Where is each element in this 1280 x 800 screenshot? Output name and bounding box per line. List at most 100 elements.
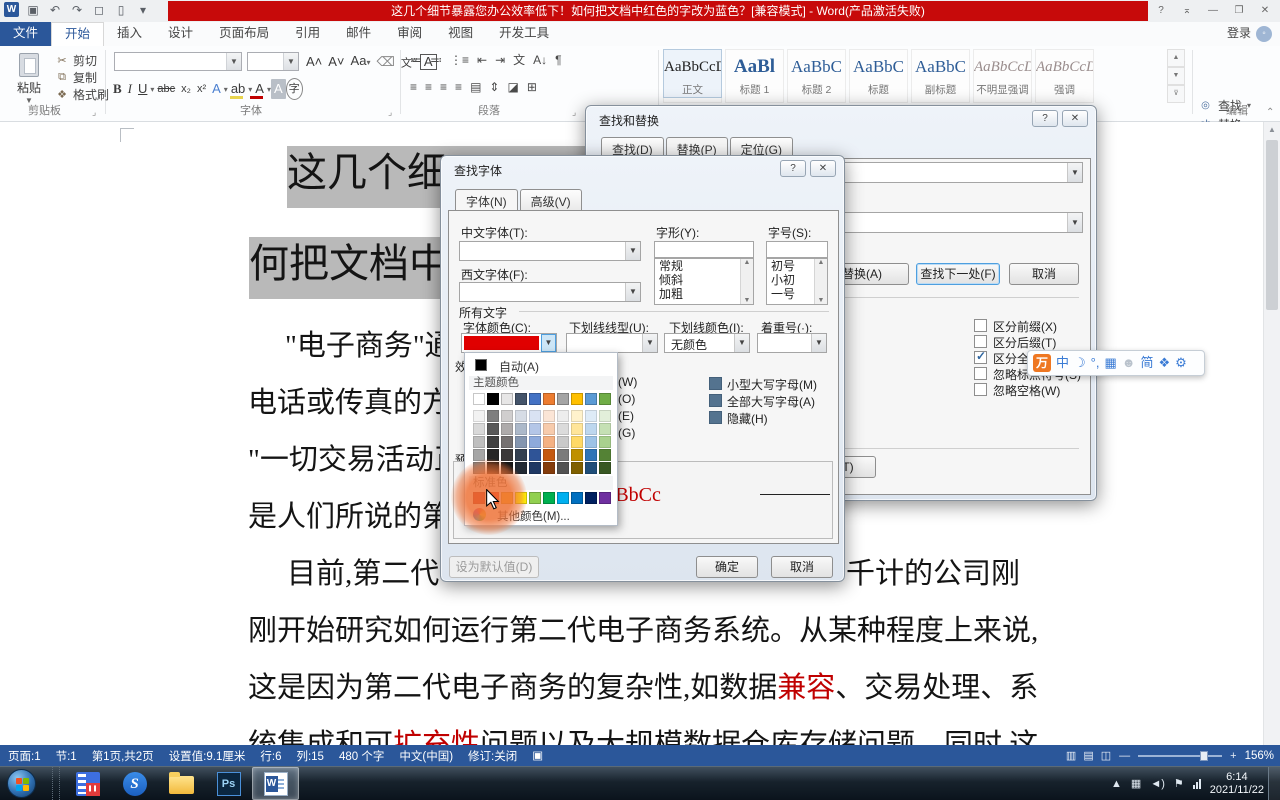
- tab-审阅[interactable]: 审阅: [384, 22, 435, 46]
- shading-button[interactable]: ◪: [503, 78, 522, 97]
- font-style-list[interactable]: 常规倾斜加粗▲▼: [654, 258, 754, 305]
- chevron-down-icon[interactable]: ▼: [226, 53, 241, 70]
- theme-color-swatch[interactable]: [529, 393, 541, 405]
- decrease-indent-button[interactable]: ⇤: [473, 51, 491, 70]
- chevron-down-icon[interactable]: ▼: [811, 334, 826, 352]
- find-next-button[interactable]: 查找下一处(F): [916, 263, 1000, 285]
- tab-邮件[interactable]: 邮件: [333, 22, 384, 46]
- chevron-down-icon[interactable]: ▼: [734, 334, 749, 352]
- skin-icon[interactable]: ❖: [1158, 354, 1170, 372]
- file-explorer-app[interactable]: [158, 767, 205, 800]
- font-style-option[interactable]: 加粗: [655, 287, 753, 301]
- chevron-down-icon[interactable]: ▼: [283, 53, 298, 70]
- shrink-font-button[interactable]: A˅: [325, 52, 347, 72]
- align-center-button[interactable]: ≡: [421, 78, 436, 97]
- ok-button[interactable]: 确定: [696, 556, 758, 578]
- styles-scroll-down[interactable]: ▼: [1167, 67, 1185, 85]
- restore-button[interactable]: ❐: [1230, 3, 1248, 19]
- tab-页面布局[interactable]: 页面布局: [206, 22, 282, 46]
- print-preview-icon[interactable]: ◻: [91, 3, 107, 17]
- web-layout-icon[interactable]: ◫: [1101, 749, 1111, 762]
- tab-引用[interactable]: 引用: [282, 22, 333, 46]
- photoshop-app[interactable]: Ps: [205, 767, 252, 800]
- help-button[interactable]: ?: [1152, 3, 1170, 19]
- status-item[interactable]: 列:15: [296, 748, 324, 764]
- theme-variant-swatch[interactable]: [543, 462, 555, 474]
- start-button[interactable]: [7, 769, 36, 798]
- standard-color-swatch[interactable]: [529, 492, 541, 504]
- zoom-in-button[interactable]: +: [1230, 750, 1236, 762]
- font-size-list[interactable]: 初号小初一号▲▼: [766, 258, 828, 305]
- checkbox-区分全/半角[interactable]: ✓: [974, 351, 987, 364]
- fullwidth-moon-icon[interactable]: ☽: [1074, 354, 1086, 372]
- close-button[interactable]: ✕: [810, 160, 836, 177]
- theme-color-swatch[interactable]: [571, 393, 583, 405]
- theme-variant-swatch[interactable]: [473, 423, 485, 435]
- zoom-level[interactable]: 156%: [1245, 750, 1274, 762]
- settings-gear-icon[interactable]: ⚙: [1175, 354, 1187, 372]
- style-强调[interactable]: AaBbCcD强调: [1035, 49, 1094, 103]
- asian-layout-button[interactable]: 文: [509, 51, 529, 70]
- theme-variant-swatch[interactable]: [515, 423, 527, 435]
- theme-variant-swatch[interactable]: [543, 449, 555, 461]
- highlight-color-button[interactable]: ab: [228, 79, 248, 99]
- theme-variant-swatch[interactable]: [599, 423, 611, 435]
- status-item[interactable]: 页面:1: [8, 748, 41, 764]
- list-scrollbar[interactable]: ▲▼: [740, 259, 753, 304]
- vertical-scrollbar[interactable]: ▲: [1263, 122, 1280, 745]
- standard-color-swatch[interactable]: [557, 492, 569, 504]
- chevron-down-icon[interactable]: ▼: [642, 334, 657, 352]
- chevron-down-icon[interactable]: ▼: [625, 283, 640, 301]
- tab-文件[interactable]: 文件: [0, 22, 51, 46]
- style-标题[interactable]: AaBbC标题: [849, 49, 908, 103]
- cancel-button[interactable]: 取消: [1009, 263, 1079, 285]
- align-right-button[interactable]: ≡: [436, 78, 451, 97]
- minimize-button[interactable]: —: [1204, 3, 1222, 19]
- bold-button[interactable]: B: [110, 79, 125, 99]
- numbering-button[interactable]: ≕: [426, 51, 446, 70]
- line-spacing-button[interactable]: ⇕: [485, 78, 503, 97]
- theme-variant-swatch[interactable]: [515, 449, 527, 461]
- theme-variant-swatch[interactable]: [543, 423, 555, 435]
- theme-variant-swatch[interactable]: [599, 462, 611, 474]
- standard-color-swatch[interactable]: [543, 492, 555, 504]
- set-default-button[interactable]: 设为默认值(D): [449, 556, 539, 578]
- theme-variant-swatch[interactable]: [501, 449, 513, 461]
- theme-color-swatch[interactable]: [557, 393, 569, 405]
- theme-color-swatch[interactable]: [599, 393, 611, 405]
- styles-scroll-up[interactable]: ▲: [1167, 49, 1185, 67]
- sogou-browser-app[interactable]: S: [111, 767, 158, 800]
- scroll-down-arrow[interactable]: ▼: [815, 297, 827, 304]
- scrollbar-thumb[interactable]: [1266, 140, 1278, 310]
- video-editor-app[interactable]: [64, 767, 111, 800]
- theme-variant-swatch[interactable]: [599, 436, 611, 448]
- font-style-input[interactable]: [654, 241, 754, 258]
- pilcrow-button[interactable]: ¶: [551, 51, 565, 70]
- tab-插入[interactable]: 插入: [104, 22, 155, 46]
- list-scrollbar[interactable]: ▲▼: [814, 259, 827, 304]
- tray-volume-icon[interactable]: ◄): [1150, 778, 1165, 790]
- checkbox-全部大写字母(A)[interactable]: [709, 394, 722, 407]
- theme-variant-swatch[interactable]: [473, 410, 485, 422]
- theme-variant-swatch[interactable]: [585, 449, 597, 461]
- checkbox-小型大写字母(M)[interactable]: [709, 377, 722, 390]
- font-dialog-launcher[interactable]: ⌟: [388, 107, 392, 118]
- text-effects-button[interactable]: A: [209, 79, 224, 99]
- tab-视图[interactable]: 视图: [435, 22, 486, 46]
- change-case-button[interactable]: Aa▾: [348, 51, 374, 73]
- theme-variant-swatch[interactable]: [557, 423, 569, 435]
- status-item[interactable]: 第1页,共2页: [92, 748, 154, 764]
- italic-button[interactable]: I: [125, 79, 135, 99]
- western-font-combo[interactable]: ▼: [459, 282, 641, 302]
- scroll-up-arrow[interactable]: ▲: [741, 259, 753, 266]
- theme-variant-swatch[interactable]: [571, 449, 583, 461]
- status-item[interactable]: 设置值:9.1厘米: [169, 748, 246, 764]
- soft-keyboard-icon[interactable]: ▦: [1104, 354, 1116, 372]
- chinese-font-combo[interactable]: ▼: [459, 241, 641, 261]
- enclose-characters-button[interactable]: 字: [286, 78, 303, 100]
- tab-设计[interactable]: 设计: [155, 22, 206, 46]
- clear-formatting-button[interactable]: ⌫: [373, 52, 397, 72]
- checkbox-忽略标点符号(S)[interactable]: [974, 367, 987, 380]
- network-icon[interactable]: [1193, 778, 1201, 789]
- theme-variant-swatch[interactable]: [585, 410, 597, 422]
